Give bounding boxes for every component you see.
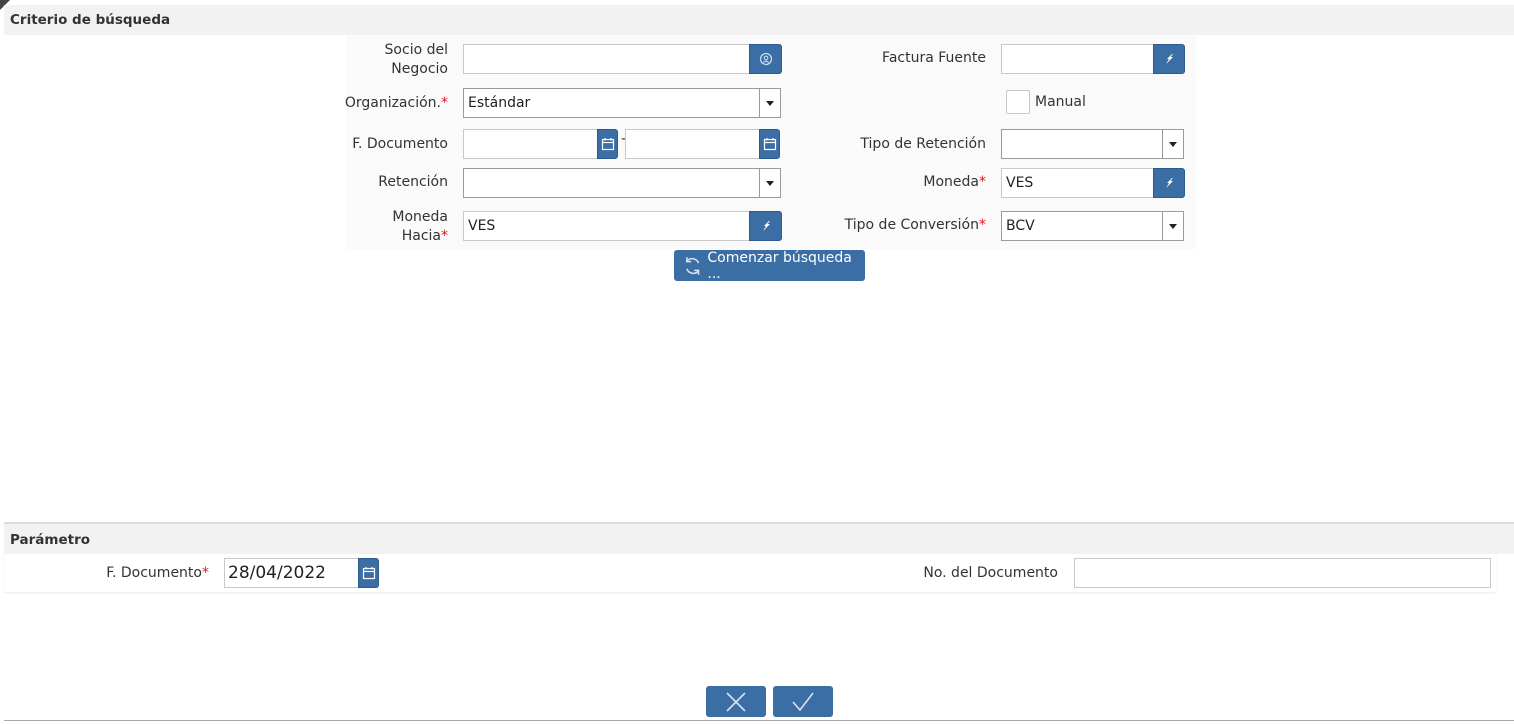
doc-date-from-calendar-button[interactable] (597, 129, 618, 159)
parameter-header[interactable]: Parámetro (4, 522, 1514, 554)
organization-combobox[interactable]: Estándar (463, 88, 781, 118)
source-invoice-input[interactable] (1001, 44, 1156, 74)
source-invoice-zoom-button[interactable] (1153, 44, 1185, 74)
withholding-type-label: Tipo de Retención (860, 136, 986, 152)
withholding-label: Retención (378, 174, 448, 190)
currency-to-input[interactable]: VES (463, 211, 751, 241)
zoom-icon (762, 221, 770, 231)
business-partner-label: Socio del Negocio (384, 42, 448, 77)
param-doc-date-label: F. Documento* (106, 565, 209, 581)
manual-label: Manual (1035, 94, 1086, 110)
cancel-button[interactable] (706, 686, 766, 717)
refresh-icon (686, 256, 700, 275)
search-criteria-header[interactable]: Criterio de búsqueda (4, 5, 1514, 35)
ok-button[interactable] (773, 686, 833, 717)
organization-dropdown-arrow[interactable] (759, 89, 780, 117)
doc-number-input[interactable] (1074, 558, 1491, 588)
calendar-icon (763, 138, 776, 151)
dropdown-arrow-icon (1169, 141, 1177, 147)
conversion-type-label: Tipo de Conversión* (844, 217, 986, 233)
conversion-type-combobox[interactable]: BCV (1001, 211, 1184, 241)
search-partner-icon (759, 52, 772, 66)
param-doc-date-input[interactable]: 28/04/2022 (224, 558, 361, 588)
parameter-title: Parámetro (10, 532, 91, 548)
withholding-combobox[interactable] (463, 168, 781, 198)
withholding-dropdown-arrow[interactable] (759, 169, 780, 197)
withholding-type-dropdown-arrow[interactable] (1162, 130, 1183, 158)
start-search-button[interactable]: Comenzar búsqueda ... (674, 249, 865, 282)
currency-input[interactable]: VES (1001, 168, 1156, 198)
doc-number-label: No. del Documento (923, 565, 1058, 581)
dropdown-arrow-icon (766, 180, 774, 186)
cancel-icon (726, 691, 746, 712)
dropdown-arrow-icon (766, 100, 774, 106)
calendar-icon (601, 138, 614, 151)
conversion-type-dropdown-arrow[interactable] (1162, 212, 1183, 240)
search-criteria-title: Criterio de búsqueda (10, 12, 171, 28)
currency-zoom-button[interactable] (1153, 168, 1185, 198)
currency-label: Moneda* (923, 174, 986, 190)
footer-divider (4, 720, 1514, 721)
dropdown-arrow-icon (1169, 223, 1177, 229)
business-partner-search-button[interactable] (749, 44, 782, 74)
ok-icon (792, 692, 814, 711)
business-partner-input[interactable] (463, 44, 751, 74)
calendar-icon (362, 567, 375, 580)
organization-label: Organización.* (344, 95, 448, 111)
withholding-type-combobox[interactable] (1001, 129, 1184, 159)
conversion-type-value: BCV (1006, 218, 1035, 234)
manual-checkbox[interactable] (1006, 90, 1030, 114)
doc-date-to-input[interactable] (625, 129, 762, 159)
doc-date-from-input[interactable] (463, 129, 600, 159)
doc-date-label: F. Documento (352, 136, 448, 152)
start-search-label: Comenzar búsqueda ... (707, 249, 852, 282)
param-doc-date-calendar-button[interactable] (358, 558, 379, 588)
source-invoice-label: Factura Fuente (882, 50, 986, 66)
organization-value: Estándar (468, 95, 531, 111)
zoom-icon (1166, 178, 1173, 188)
currency-to-label: Moneda Hacia* (392, 209, 448, 244)
currency-to-zoom-button[interactable] (749, 211, 782, 241)
zoom-icon (1166, 54, 1173, 64)
doc-date-to-calendar-button[interactable] (759, 129, 780, 159)
